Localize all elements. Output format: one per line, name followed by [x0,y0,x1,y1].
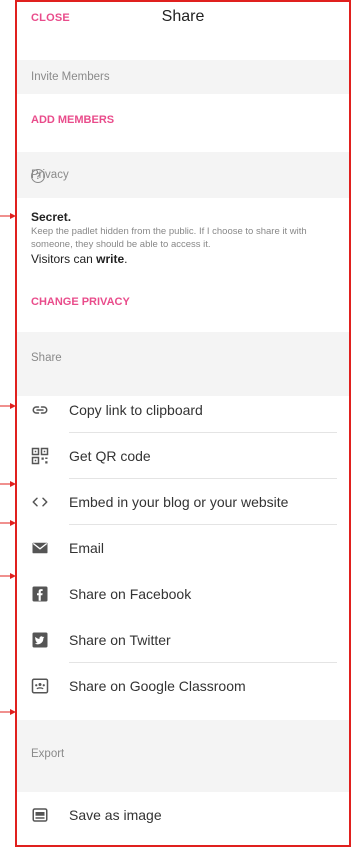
link-icon [31,401,49,419]
share-item-label: Share on Google Classroom [69,678,246,694]
share-item-copy-link[interactable]: Copy link to clipboard [17,387,349,433]
share-item-label: Share on Facebook [69,586,192,602]
section-export: Export [17,720,349,792]
annotation-arrow [0,481,16,487]
change-privacy-button[interactable]: CHANGE PRIVACY [31,296,130,308]
google-classroom-icon [31,677,49,695]
share-item-label: Get QR code [69,448,151,464]
privacy-mode-description: Keep the padlet hidden from the public. … [31,226,307,250]
share-item-label: Embed in your blog or your website [69,494,289,510]
facebook-icon [31,585,49,603]
section-label: Invite Members [31,71,110,83]
page-title: Share [161,8,205,25]
share-item-embed[interactable]: Embed in your blog or your website [17,479,349,525]
export-item-save-as-image[interactable]: Save as image [17,792,349,838]
visitors-suffix: . [124,252,128,266]
section-privacy: Privacy ? [17,152,349,198]
annotation-arrow [0,709,16,715]
share-item-email[interactable]: Email [17,525,349,571]
image-save-icon [31,806,49,824]
section-label: Export [31,748,65,760]
share-item-qr-code[interactable]: Get QR code [17,433,349,479]
share-item-label: Email [69,540,105,556]
annotation-arrow [0,520,16,526]
qr-code-icon [31,447,49,465]
privacy-mode-title: Secret. [31,210,72,224]
share-panel: CLOSE Share Invite Members ADD MEMBERS P… [15,0,351,847]
share-item-twitter[interactable]: Share on Twitter [17,617,349,663]
visitors-permission: Visitors can write. [31,252,128,266]
annotation-arrow [0,573,16,579]
share-header: CLOSE Share [17,2,349,38]
annotation-arrow [0,403,16,409]
twitter-icon [31,631,49,649]
section-label: Share [31,352,62,364]
share-item-label: Share on Twitter [69,632,171,648]
visitors-prefix: Visitors can [31,252,93,266]
code-icon [31,493,49,511]
export-item-label: Save as image [69,807,162,823]
share-item-label: Copy link to clipboard [69,402,203,418]
visitors-permission-value: write [96,252,125,266]
share-item-facebook[interactable]: Share on Facebook [17,571,349,617]
annotation-arrow [0,213,16,219]
section-invite-members: Invite Members [17,60,349,94]
help-icon[interactable]: ? [31,169,45,183]
envelope-icon [31,539,49,557]
share-item-google-classroom[interactable]: Share on Google Classroom [17,663,349,709]
add-members-button[interactable]: ADD MEMBERS [31,114,114,126]
